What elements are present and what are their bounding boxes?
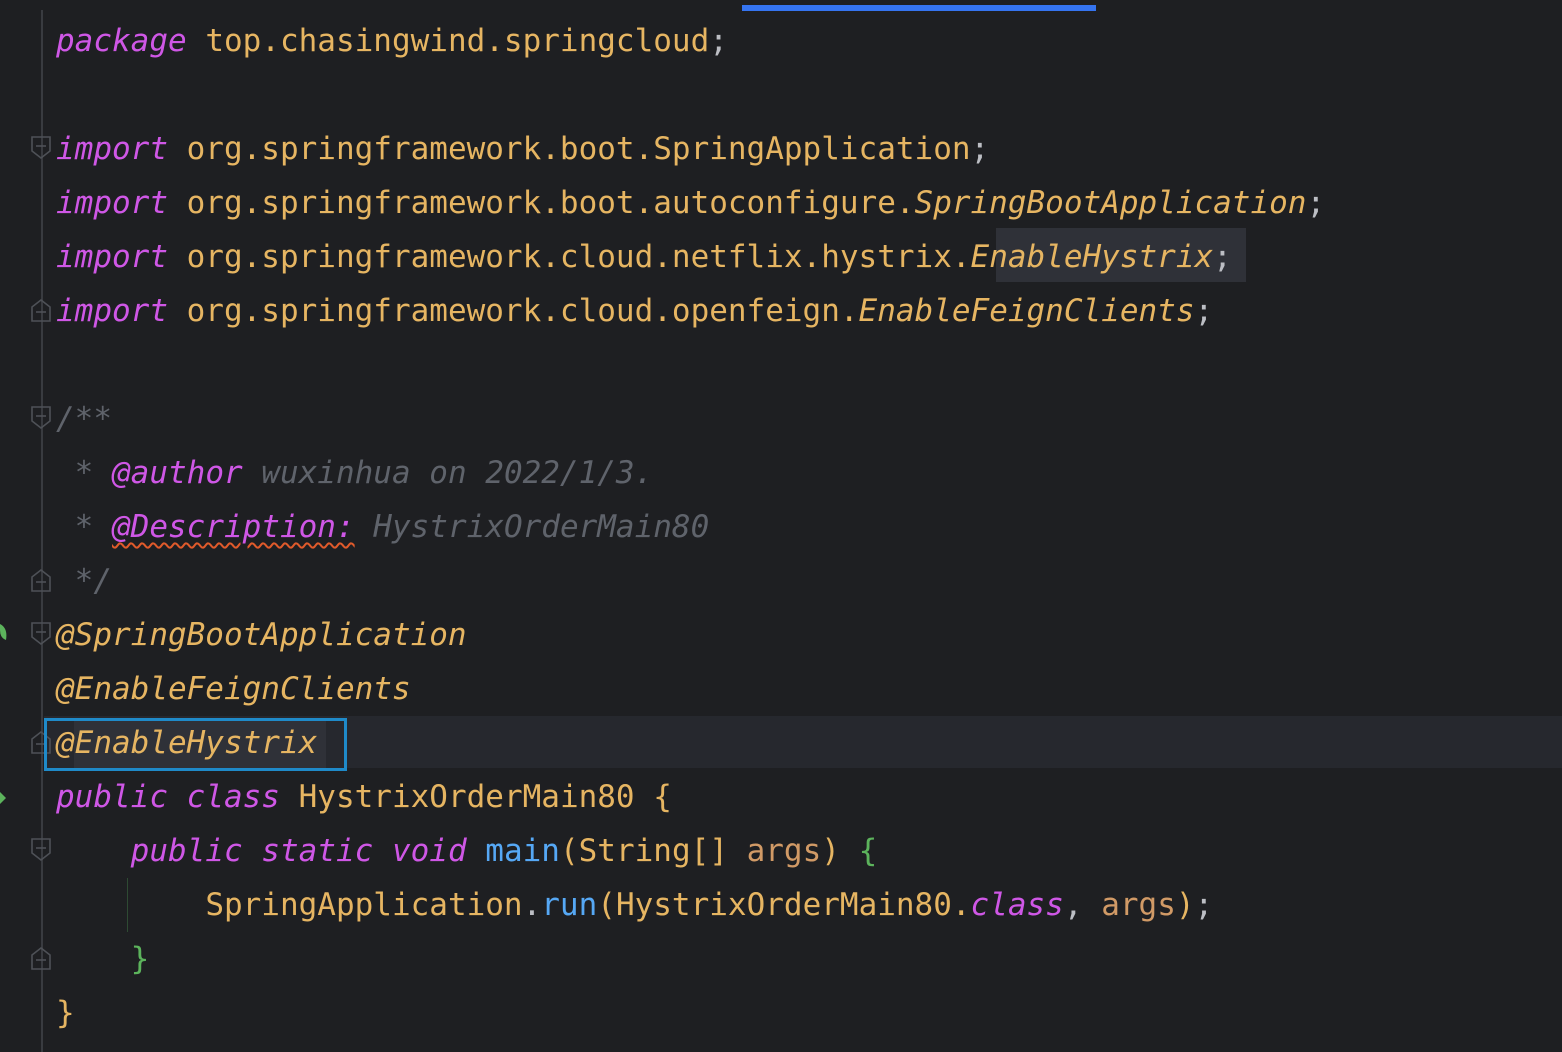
code-line-import[interactable]: import org.springframework.boot.SpringAp… [56,122,989,176]
annotation: @SpringBootApplication [56,617,467,653]
doc-comment-open: /** [56,401,112,437]
doc-tag: @author [112,455,243,491]
fold-close-icon[interactable] [31,730,51,754]
fold-open-icon[interactable] [31,136,51,160]
keyword: import [56,293,168,329]
keyword: import [56,185,168,221]
code-line-package[interactable]: package top.chasingwind.springcloud; [56,14,728,68]
code-line-close-brace[interactable]: } [56,986,75,1040]
code-line-doc-comment[interactable]: */ [56,554,112,608]
code-line-class-decl[interactable]: public class HystrixOrderMain80 { [56,770,672,824]
doc-tag-warning[interactable]: @Description: [112,509,355,545]
semicolon: ; [1194,293,1214,329]
code-line-import[interactable]: import org.springframework.cloud.openfei… [56,284,1213,338]
active-tab-indicator [742,5,1096,11]
open-brace: { [653,779,672,815]
fold-close-icon[interactable] [31,946,51,970]
keyword: public [56,779,168,815]
code-line-statement[interactable]: SpringApplication.run(HystrixOrderMain80… [56,878,1213,932]
semicolon: ; [1194,887,1214,923]
fold-open-icon[interactable] [31,406,51,430]
import-path: org.springframework.cloud.openfeign. [167,293,859,329]
import-class: EnableFeignClients [858,293,1195,329]
code-line-method-decl[interactable]: public static void main(String[] args) { [56,824,878,878]
import-class: SpringBootApplication [914,185,1307,221]
spring-bean-icon[interactable] [0,620,8,644]
semicolon: ; [970,131,990,167]
code-line-annotation[interactable]: @SpringBootApplication [56,608,467,662]
import-class: EnableHystrix [970,239,1214,275]
class-name: HystrixOrderMain80 [279,779,654,815]
code-editor[interactable]: package top.chasingwind.springcloud; imp… [0,0,1562,1052]
semicolon: ; [1306,185,1326,221]
doc-text: HystrixOrderMain80 [354,509,710,545]
param-name: args [746,833,822,869]
semicolon: ; [709,23,728,59]
code-line-doc-comment[interactable]: * @author wuxinhua on 2022/1/3. [56,446,654,500]
close-brace: } [130,941,150,977]
open-paren: ( [597,887,616,923]
keyword: class [186,779,280,815]
keyword: package [56,23,187,59]
gutter-divider [41,10,43,1052]
code-line-doc-comment[interactable]: /** [56,392,112,446]
annotation: @EnableHystrix [56,725,318,761]
code-line-annotation[interactable]: @EnableHystrix [56,716,317,770]
fold-open-icon[interactable] [31,838,51,862]
method-call: run [541,887,598,923]
code-line-annotation[interactable]: @EnableFeignClients [56,662,411,716]
doc-text: wuxinhua on 2022/1/3. [242,455,654,491]
code-line-close-brace[interactable]: } [56,932,150,986]
doc-star: * [56,509,112,545]
code-line-import[interactable]: import org.springframework.cloud.netflix… [56,230,1232,284]
comma: , [1063,887,1102,923]
import-path: org.springframework.boot.SpringApplicati… [167,131,971,167]
open-paren: ( [559,833,579,869]
keyword: class [970,887,1064,923]
close-paren: ) [1175,887,1195,923]
keyword: void [391,833,467,869]
keyword: import [56,131,168,167]
keyword: public [130,833,243,869]
import-path: org.springframework.boot.autoconfigure. [167,185,915,221]
fold-close-icon[interactable] [31,298,51,322]
close-brace: } [56,995,75,1031]
semicolon: ; [1213,239,1232,275]
import-path: org.springframework.cloud.netflix.hystri… [167,239,971,275]
keyword: static [261,833,374,869]
close-paren: ) [821,833,840,869]
open-brace: { [858,833,878,869]
arg-class: HystrixOrderMain80. [615,887,971,923]
package-name: top.chasingwind.springcloud [186,23,710,59]
run-arrow-icon[interactable] [0,786,8,810]
param-name: args [1101,887,1176,923]
code-line-doc-comment[interactable]: * @Description: HystrixOrderMain80 [56,500,710,554]
fold-open-icon[interactable] [31,622,51,646]
doc-star: * [56,455,112,491]
class-ref: SpringApplication [205,887,523,923]
annotation: @EnableFeignClients [56,671,411,707]
fold-close-icon[interactable] [31,568,51,592]
keyword: import [56,239,168,275]
doc-comment-close: */ [56,563,112,599]
code-line-import[interactable]: import org.springframework.boot.autoconf… [56,176,1325,230]
param-type: String[] [578,833,747,869]
dot: . [522,887,542,923]
method-name: main [485,833,560,869]
